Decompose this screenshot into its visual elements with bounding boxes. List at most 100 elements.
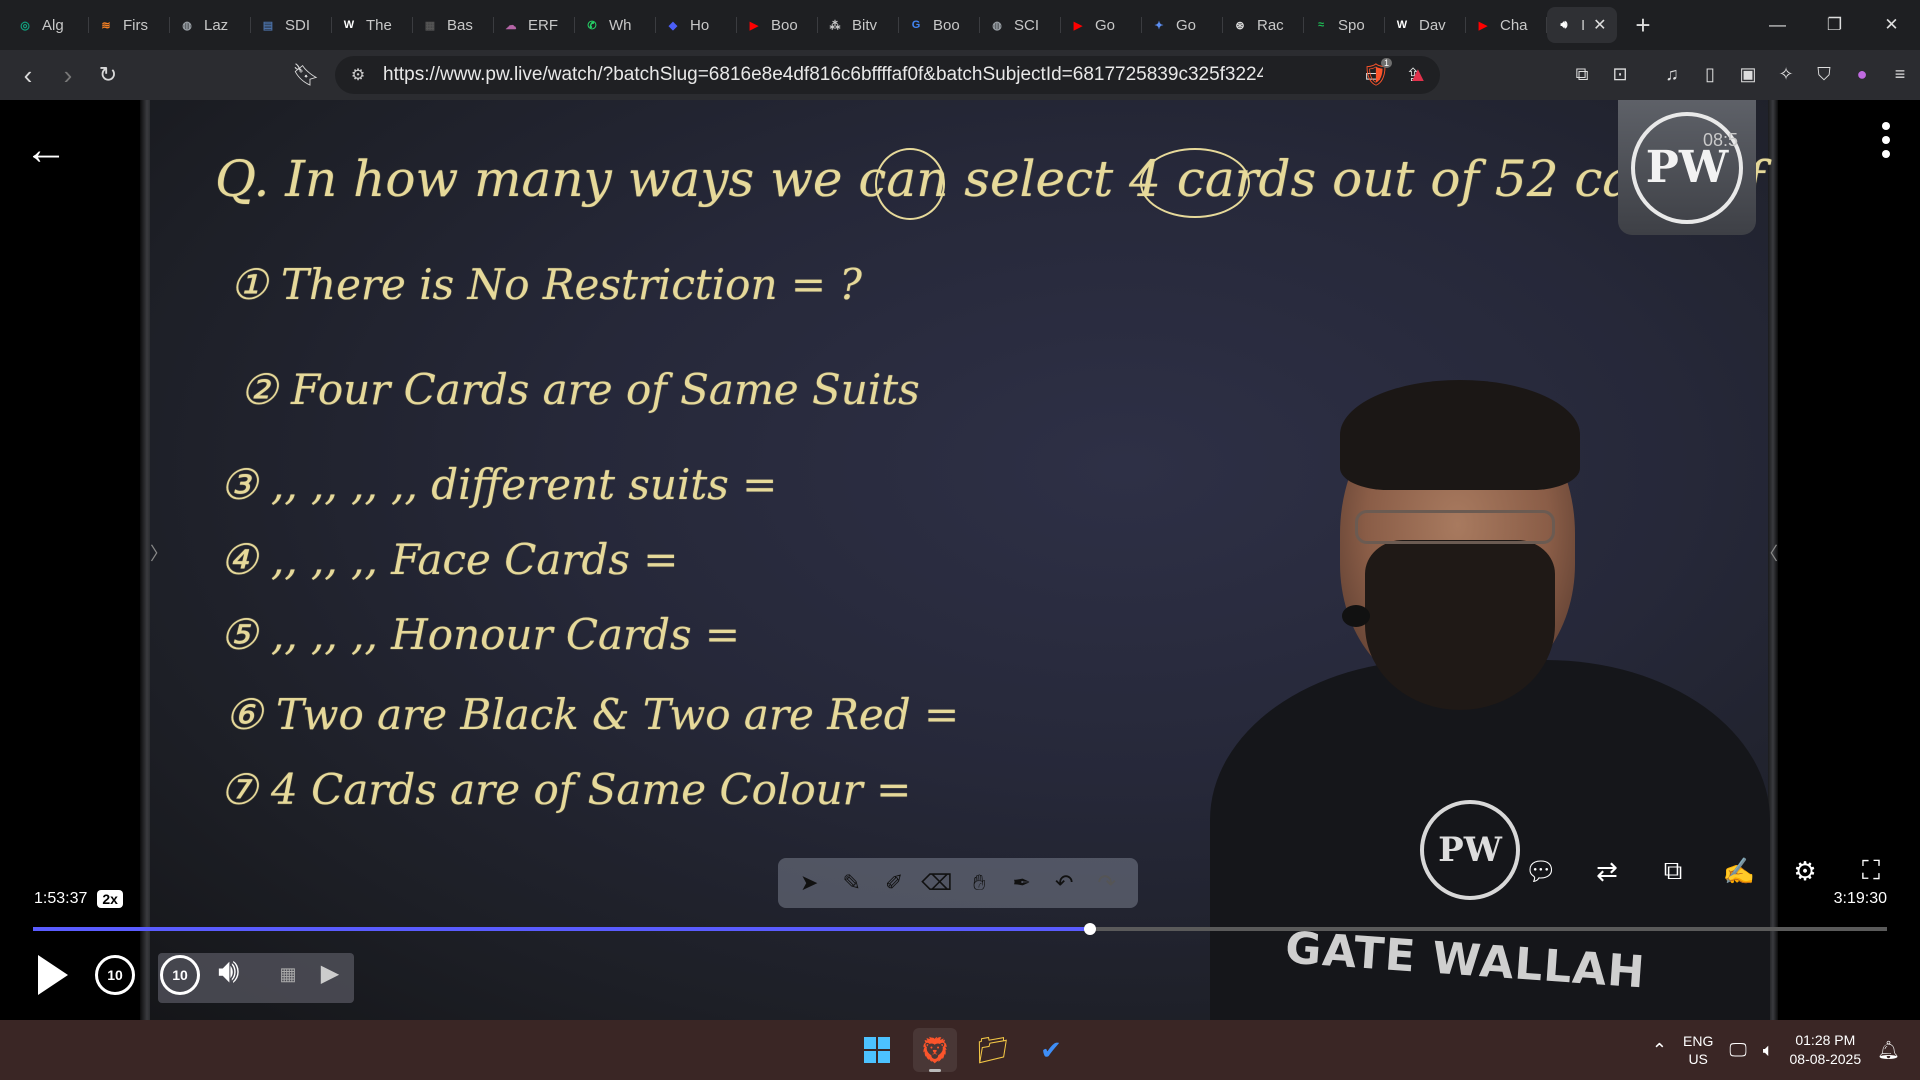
marker-tool-icon[interactable]: ✎	[836, 870, 868, 896]
youtube-icon: ▶	[749, 19, 759, 32]
browser-toolbar: ‹ › ↻ 🔖︎ ⚙ https://www.pw.live/watch/?ba…	[0, 50, 1920, 100]
back-arrow-icon[interactable]: ←	[24, 128, 68, 172]
speaker-icon[interactable]: 🔊︎	[1555, 16, 1573, 34]
profile-icon[interactable]: ●	[1848, 60, 1876, 88]
play-icon[interactable]	[35, 953, 71, 997]
browser-tab[interactable]: G Boo	[899, 7, 980, 43]
browser-tab[interactable]: ⊛ Rac	[1223, 7, 1304, 43]
back-button[interactable]: ‹	[8, 55, 48, 95]
browser-tab[interactable]: ⁂ Bitv	[818, 7, 899, 43]
new-tab-button[interactable]: +	[1623, 7, 1663, 43]
w3schools-icon: W	[343, 19, 355, 31]
redo-icon[interactable]: ↷	[1091, 870, 1123, 896]
browser-tab[interactable]: ✦ Go	[1142, 7, 1223, 43]
windows-start-icon[interactable]	[855, 1028, 899, 1072]
active-browser-tab[interactable]: 🔊︎ I ✕	[1547, 7, 1617, 43]
clock[interactable]: 01:28 PM 08-08-2025	[1790, 1031, 1862, 1069]
eraser-tool-icon[interactable]: ⌫	[921, 870, 953, 896]
progress-bar[interactable]	[33, 923, 1887, 935]
highlight-tool-icon[interactable]: ✒	[1006, 870, 1038, 896]
menu-icon[interactable]: ≡	[1886, 60, 1914, 88]
board-line: ④ ,, ,, ,, Face Cards =	[220, 535, 679, 584]
browser-tab[interactable]: ◍ Laz	[170, 7, 251, 43]
browser-tab[interactable]: ◆ Ho	[656, 7, 737, 43]
browser-tab[interactable]: W The	[332, 7, 413, 43]
current-time-text: 1:53:37	[34, 890, 88, 907]
speed-badge[interactable]: 2x	[97, 890, 123, 908]
tab-title: ERF	[528, 16, 558, 34]
progress-knob[interactable]	[1083, 923, 1096, 935]
sidebar-icon[interactable]: ▯	[1696, 60, 1724, 88]
tab-title: Cha	[1500, 16, 1528, 34]
caption-small-icon[interactable]: ▦	[276, 962, 300, 986]
wallet-icon[interactable]: ▣	[1734, 60, 1762, 88]
browser-tab[interactable]: ✆ Wh	[575, 7, 656, 43]
bookmark-icon[interactable]: 🔖︎	[286, 55, 326, 95]
chat-icon[interactable]: 💬︎	[1522, 852, 1560, 890]
media-icon[interactable]: ♫	[1658, 60, 1686, 88]
chevron-left-icon[interactable]: 〉	[150, 540, 168, 566]
settings-icon[interactable]: ⚙	[1786, 852, 1824, 890]
close-tab-icon[interactable]: ✕	[1593, 15, 1606, 35]
browser-tab[interactable]: ≋ Firs	[89, 7, 170, 43]
minimize-icon[interactable]: —	[1749, 0, 1806, 50]
brave-browser-icon[interactable]: 🦁︎	[913, 1028, 957, 1072]
pen-tool-icon[interactable]: ✐	[878, 870, 910, 896]
browser-tab[interactable]: ◍ SCI	[980, 7, 1061, 43]
restore-icon[interactable]: ❐	[1806, 0, 1863, 50]
presenter-beard	[1365, 540, 1555, 710]
browser-tab[interactable]: ◎ Alg	[8, 7, 89, 43]
stack-icon: ≋	[101, 19, 111, 32]
current-time: 1:53:37 2x	[34, 890, 123, 908]
undo-icon[interactable]: ↶	[1048, 870, 1080, 896]
notification-bell-icon[interactable]: 🔔︎	[1877, 1040, 1900, 1061]
rewind-10-icon[interactable]: 10	[95, 955, 135, 995]
browser-tab[interactable]: ▦ Bas	[413, 7, 494, 43]
reload-button[interactable]: ↻	[88, 55, 128, 95]
pointer-tool-icon[interactable]: ➤	[793, 870, 825, 896]
chevron-right-icon[interactable]: 〈	[1760, 540, 1778, 566]
site-settings-icon[interactable]: ⚙	[347, 64, 369, 86]
vpn-icon[interactable]: ⛉	[1810, 60, 1838, 88]
leo-ai-icon[interactable]: ✧	[1772, 60, 1800, 88]
board-line: ② Four Cards are of Same Suits	[240, 365, 920, 414]
brave-shield-icon[interactable]: 🛡︎ 1	[1362, 58, 1392, 88]
youtube-icon: ▶	[1073, 19, 1083, 32]
browser-tab[interactable]: ▶ Cha	[1466, 7, 1547, 43]
extensions-icon[interactable]: ⧉	[1568, 60, 1596, 88]
tab-title: The	[366, 16, 392, 34]
pip-icon[interactable]: ⧉	[1654, 852, 1692, 890]
address-bar[interactable]: ⚙ https://www.pw.live/watch/?batchSlug=6…	[335, 56, 1440, 94]
network-icon[interactable]: 🖵︎	[1729, 1040, 1746, 1061]
browser-tab[interactable]: ☁ ERF	[494, 7, 575, 43]
file-explorer-icon[interactable]: 📁︎	[971, 1028, 1015, 1072]
reader-mode-icon[interactable]: ⊡	[1606, 60, 1634, 88]
hand-tool-icon[interactable]: ✋︎	[963, 870, 995, 896]
fullscreen-icon[interactable]: ⛶	[1852, 852, 1890, 890]
language-indicator[interactable]: ENG US	[1683, 1032, 1713, 1068]
browser-tab[interactable]: ▤ SDI	[251, 7, 332, 43]
notes-icon[interactable]: ✍	[1720, 852, 1758, 890]
tab-title: Go	[1095, 16, 1116, 34]
chevron-up-icon[interactable]: ⌃	[1652, 1040, 1667, 1061]
close-window-icon[interactable]: ✕	[1863, 0, 1920, 50]
todo-icon[interactable]: ✔	[1029, 1028, 1073, 1072]
forward-10-icon[interactable]: 10	[160, 955, 200, 995]
taskbar: 🦁︎ 📁︎ ✔ ⌃ ENG US 🖵︎ 🔈︎ 01:28 PM 08-08-20…	[0, 1020, 1920, 1080]
volume-icon[interactable]: 🔊︎	[218, 952, 239, 991]
browser-tab[interactable]: W Dav	[1385, 7, 1466, 43]
forward-button[interactable]: ›	[48, 55, 88, 95]
translate-icon[interactable]: ⇄	[1588, 852, 1626, 890]
next-icon[interactable]: ▶	[318, 958, 342, 988]
url-text[interactable]: https://www.pw.live/watch/?batchSlug=681…	[383, 64, 1263, 86]
brave-rewards-icon[interactable]: ▲	[1408, 64, 1428, 87]
question-text: Q. In how many ways we can select 4 card…	[215, 150, 1765, 208]
speaker-icon[interactable]: 🔈︎	[1763, 1040, 1774, 1061]
system-tray: ⌃ ENG US 🖵︎ 🔈︎ 01:28 PM 08-08-2025 🔔︎	[1652, 1020, 1900, 1080]
more-options-icon[interactable]	[1880, 122, 1892, 158]
browser-tab[interactable]: ≈ Spo	[1304, 7, 1385, 43]
window-controls: — ❐ ✕	[1749, 0, 1920, 50]
browser-tab[interactable]: ▶ Go	[1061, 7, 1142, 43]
player-right-controls: 💬︎ ⇄ ⧉ ✍ ⚙ ⛶	[1522, 852, 1890, 890]
browser-tab[interactable]: ▶ Boo	[737, 7, 818, 43]
